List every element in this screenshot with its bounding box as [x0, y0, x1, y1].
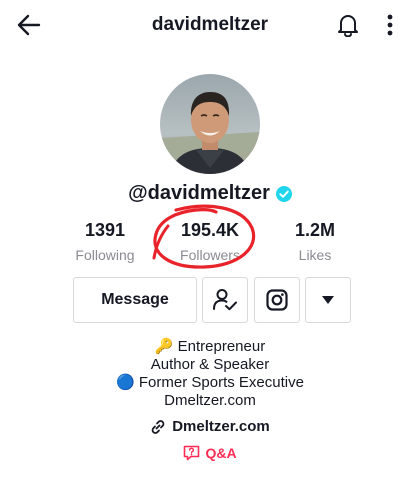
- caret-down-icon: [322, 296, 334, 304]
- website-link[interactable]: Dmeltzer.com: [0, 418, 420, 435]
- bio-line: Author & Speaker: [150, 356, 270, 373]
- profile-photo: [160, 74, 260, 174]
- more-options-button[interactable]: [378, 10, 402, 40]
- avatar[interactable]: [160, 74, 260, 174]
- bell-icon: [338, 15, 358, 37]
- person-check-icon: [213, 289, 237, 311]
- qa-text: Q&A: [205, 445, 237, 461]
- more-vertical-icon: [387, 14, 393, 36]
- more-actions-dropdown[interactable]: [305, 277, 351, 323]
- likes-count: 1.2M: [294, 220, 336, 240]
- website-link-text: Dmeltzer.com: [172, 418, 270, 435]
- bio-line: 🔵 Former Sports Executive: [116, 374, 304, 391]
- link-icon: [151, 419, 165, 434]
- instagram-button[interactable]: [254, 277, 300, 323]
- following-label: Following: [75, 247, 135, 263]
- bio-line: 🔑 Entrepreneur: [154, 338, 266, 355]
- following-button[interactable]: [202, 277, 248, 323]
- instagram-icon: [266, 289, 288, 311]
- qa-icon: [184, 445, 200, 461]
- bio-line: Dmeltzer.com: [164, 392, 256, 409]
- qa-link[interactable]: Q&A: [0, 445, 420, 461]
- likes-label: Likes: [298, 247, 332, 263]
- annotation-circle: [152, 204, 256, 269]
- notification-button[interactable]: [334, 10, 362, 40]
- following-count: 1391: [84, 220, 126, 240]
- stat-following[interactable]: 1391 Following: [50, 220, 160, 263]
- verified-badge-icon: [275, 185, 292, 202]
- message-button[interactable]: Message: [73, 277, 197, 323]
- stat-likes[interactable]: 1.2M Likes: [260, 220, 370, 263]
